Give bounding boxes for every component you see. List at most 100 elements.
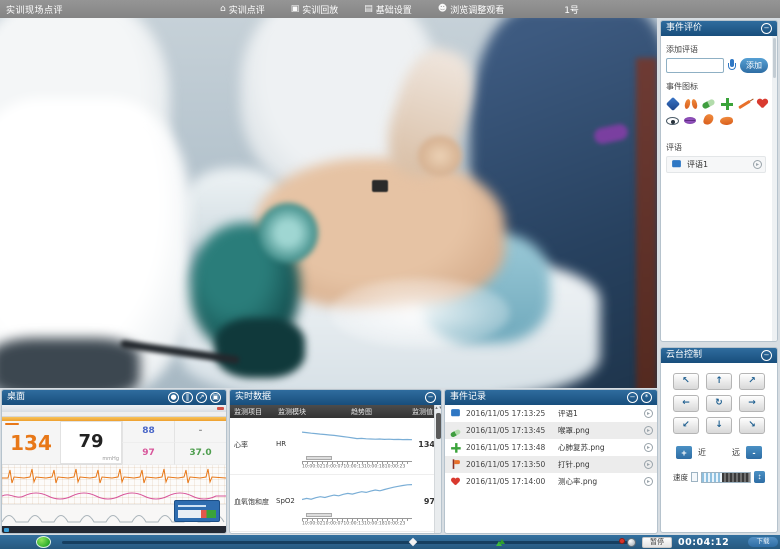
sheet-highlight	[330, 278, 510, 348]
tab-playback[interactable]: ▣ 实训回放	[291, 3, 339, 16]
speed-slider[interactable]	[701, 472, 751, 483]
event-log-list: 2016/11/05 17:13:25 评语1 ▸ 2016/11/05 17:…	[445, 405, 657, 490]
ecg-waveform	[2, 465, 226, 505]
share-icon[interactable]: ↗	[196, 392, 207, 403]
chart-range-slider[interactable]	[306, 513, 332, 517]
event-label: 测心率.png	[558, 476, 640, 487]
pan-reset-button[interactable]: ↻	[706, 395, 732, 412]
comment-item-label: 评语1	[687, 159, 749, 170]
col-trend-chart: 趋势图	[314, 407, 409, 417]
pause-icon[interactable]: ‖	[182, 392, 193, 403]
temp-readout: 37.0	[174, 443, 226, 465]
row-name: 血氧饱和度	[230, 475, 276, 531]
collapse-icon[interactable]: −	[425, 392, 436, 403]
tab-view-adjust[interactable]: ☻ 浏览调整观看	[438, 3, 504, 16]
capsule-icon[interactable]	[702, 97, 716, 111]
event-log-row[interactable]: 2016/11/05 17:13:45 喉罩.png ▸	[445, 422, 657, 439]
marker-diamond[interactable]	[409, 538, 417, 546]
realtime-title: 实时数据	[235, 390, 271, 405]
diamond-icon[interactable]	[666, 97, 680, 111]
pan-down-left-button[interactable]: ↙	[673, 417, 699, 434]
row-action-icon[interactable]: ▸	[644, 460, 653, 469]
microphone-icon[interactable]	[727, 59, 737, 72]
video-feed[interactable]	[0, 18, 657, 388]
row-action-icon[interactable]: ▸	[644, 443, 653, 452]
clear-icon[interactable]: −	[627, 392, 638, 403]
event-log-row[interactable]: 2016/11/05 17:14:00 测心率.png ▸	[445, 473, 657, 490]
event-log-row[interactable]: 2016/11/05 17:13:48 心肺复苏.png ▸	[445, 439, 657, 456]
cpr-hands	[418, 136, 462, 176]
pan-left-button[interactable]: ←	[673, 395, 699, 412]
event-log-row[interactable]: 2016/11/05 17:13:25 评语1 ▸	[445, 405, 657, 422]
row-action-icon[interactable]: ▸	[644, 477, 653, 486]
event-icons-label: 事件图标	[666, 81, 772, 92]
heart-icon[interactable]	[756, 97, 770, 111]
tab-view-adjust-label: 浏览调整观看	[450, 3, 504, 16]
zoom-out-button[interactable]: -	[746, 446, 762, 459]
playhead-thumb[interactable]	[627, 538, 636, 547]
collapse-icon[interactable]: −	[761, 23, 772, 34]
monitor-popup-dialog	[174, 500, 220, 522]
user-icon: ☻	[438, 4, 447, 14]
eye-icon[interactable]	[666, 114, 680, 128]
syringe-icon[interactable]	[738, 97, 752, 111]
liver-icon[interactable]	[720, 114, 734, 128]
progress-track[interactable]	[62, 541, 628, 544]
zoom-in-button[interactable]: +	[676, 446, 692, 459]
pan-right-button[interactable]: →	[739, 395, 765, 412]
lungs-icon[interactable]	[684, 97, 698, 111]
monitor-waveforms	[2, 465, 226, 505]
pan-down-button[interactable]: ↓	[706, 417, 732, 434]
collapse-icon[interactable]: −	[761, 350, 772, 361]
home-icon: ⌂	[220, 4, 226, 14]
chart-range-slider[interactable]	[306, 456, 332, 460]
camera-number-label[interactable]: 1号	[564, 3, 579, 16]
comments-label: 评语	[666, 142, 772, 153]
record-icon[interactable]: ●	[168, 392, 179, 403]
tab-review[interactable]: ⌂ 实训点评	[220, 3, 265, 16]
export-icon[interactable]: *	[641, 392, 652, 403]
desktop-title: 桌面	[7, 390, 25, 405]
comment-icon	[450, 408, 460, 418]
pan-down-right-button[interactable]: ↘	[739, 417, 765, 434]
event-review-panel: 事件评价 − 添加评语 添加 事件图标 评语	[660, 20, 778, 342]
pause-button[interactable]: 暂停	[642, 537, 672, 548]
lips-icon[interactable]	[684, 114, 698, 128]
event-log-title: 事件记录	[450, 390, 486, 405]
add-comment-button[interactable]: 添加	[740, 58, 768, 73]
row-action-icon[interactable]: ▸	[644, 409, 653, 418]
event-log-panel: 事件记录 − * 2016/11/05 17:13:25 评语1 ▸ 2016/…	[444, 389, 658, 534]
stomach-icon[interactable]	[702, 114, 716, 128]
realtime-scrollbar[interactable]	[434, 405, 441, 533]
add-comment-label: 添加评语	[666, 44, 772, 55]
equipment-left	[0, 338, 140, 388]
chart-tick-labels: 10:00:0210:00:0710:00:1310:00:1810:00:23	[302, 464, 403, 470]
realtime-row-hr[interactable]: 心率 HR 10:00:0210:00:0710:00:1310:00:1810…	[230, 418, 441, 475]
speed-stepper[interactable]: ↕	[754, 471, 765, 483]
comment-input[interactable]	[666, 58, 724, 73]
row-module: HR	[276, 418, 302, 474]
row-action-icon[interactable]: ▸	[644, 426, 653, 435]
pan-up-right-button[interactable]: ↗	[739, 373, 765, 390]
ptz-title: 云台控制	[666, 348, 702, 363]
speed-label: 速度	[673, 472, 688, 483]
event-log-row[interactable]: 2016/11/05 17:13:50 打针.png ▸	[445, 456, 657, 473]
comment-list-item[interactable]: 评语1 ▸	[666, 156, 766, 173]
marker-event-red[interactable]	[619, 538, 625, 544]
monitor-screenshot[interactable]: 134 79 mmHg 88 97 - 37.0	[2, 405, 226, 533]
comment-action-icon[interactable]: ▸	[753, 160, 762, 169]
pan-up-button[interactable]: ↑	[706, 373, 732, 390]
hr-readout: 134	[2, 421, 60, 464]
realtime-row-spo2[interactable]: 血氧饱和度 SpO2 10:00:0210:00:0710:00:1310:00…	[230, 475, 441, 532]
cross-icon	[450, 442, 460, 452]
snapshot-icon[interactable]: ▣	[210, 392, 221, 403]
download-button[interactable]: 下载	[748, 537, 778, 547]
tab-playback-label: 实训回放	[302, 3, 338, 16]
comments-scrollbar[interactable]	[772, 36, 777, 341]
tab-settings[interactable]: ▤ 基础设置	[364, 3, 412, 16]
marker-event-green[interactable]	[496, 538, 504, 546]
pan-up-left-button[interactable]: ↖	[673, 373, 699, 390]
cross-icon[interactable]	[720, 97, 734, 111]
zoom-far-label: 远	[732, 447, 740, 458]
application-window: 实训现场点评 ⌂ 实训点评 ▣ 实训回放 ▤ 基础设置 ☻ 浏览调整观看 1号	[0, 0, 780, 549]
